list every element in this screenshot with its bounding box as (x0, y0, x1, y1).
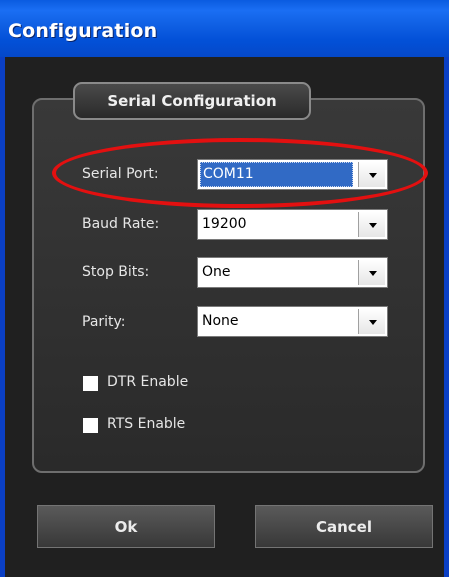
baud-rate-combobox[interactable]: 19200 (197, 209, 388, 240)
serial-port-combobox[interactable]: COM11 (197, 159, 388, 190)
ok-button[interactable]: Ok (37, 505, 215, 548)
chevron-down-icon[interactable] (358, 162, 385, 187)
serial-port-label: Serial Port: (82, 166, 159, 182)
baud-rate-label: Baud Rate: (82, 216, 160, 232)
stop-bits-label: Stop Bits: (82, 264, 150, 280)
cancel-button[interactable]: Cancel (255, 505, 433, 548)
chevron-down-icon[interactable] (358, 212, 385, 237)
window-frame-right (444, 57, 449, 577)
dtr-enable-label: DTR Enable (107, 374, 189, 390)
serial-port-value: COM11 (203, 166, 254, 182)
group-title: Serial Configuration (73, 82, 311, 120)
chevron-down-icon[interactable] (358, 260, 385, 285)
dtr-enable-checkbox[interactable] (83, 376, 98, 391)
parity-combobox[interactable]: None (197, 306, 388, 337)
stop-bits-value: One (202, 264, 231, 280)
title-bar[interactable]: Configuration (0, 0, 449, 57)
rts-enable-checkbox[interactable] (83, 418, 98, 433)
stop-bits-combobox[interactable]: One (197, 257, 388, 288)
parity-label: Parity: (82, 314, 126, 330)
baud-rate-value: 19200 (202, 216, 247, 232)
window-title: Configuration (8, 20, 158, 42)
chevron-down-icon[interactable] (358, 309, 385, 334)
rts-enable-label: RTS Enable (107, 416, 186, 432)
parity-value: None (202, 313, 239, 329)
